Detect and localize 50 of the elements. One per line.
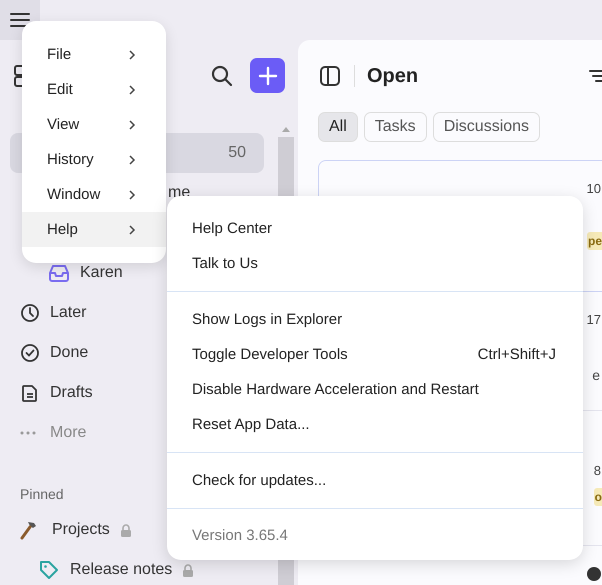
tag-icon	[38, 559, 60, 581]
version-text: Version 3.65.4	[191, 526, 289, 546]
chevron-right-icon	[128, 118, 136, 130]
filter-tab[interactable]: Tasks	[364, 112, 427, 142]
chevron-right-icon	[128, 84, 136, 96]
new-button[interactable]	[250, 58, 285, 93]
chevron-right-icon	[128, 224, 136, 236]
menu-item[interactable]: Toggle Developer Tools Ctrl+Shift+J	[167, 337, 583, 372]
menu-item[interactable]: Help	[22, 212, 166, 247]
menu-item[interactable]: Window	[22, 177, 166, 212]
pinned-item[interactable]: Projects	[10, 510, 138, 550]
menu-item[interactable]: Talk to Us	[167, 246, 583, 281]
menu-item[interactable]: Edit	[22, 72, 166, 107]
more-icon	[20, 431, 36, 435]
pinned-item[interactable]: Release notes	[28, 550, 200, 585]
sidebar-item[interactable]: Done	[10, 333, 94, 373]
sidebar-item[interactable]: Later	[10, 293, 92, 333]
filter-tab[interactable]: Discussions	[432, 112, 540, 142]
search-icon[interactable]	[210, 64, 234, 88]
clock-icon	[20, 303, 40, 323]
row-time: 17	[586, 312, 601, 327]
status-badge: pe	[586, 232, 602, 250]
menu-item[interactable]: Show Logs in Explorer	[167, 302, 583, 337]
section-heading: Pinned	[20, 486, 64, 502]
menu-item[interactable]: Help Center	[167, 211, 583, 246]
check-circle-icon	[20, 343, 40, 363]
menu-icon	[9, 11, 31, 29]
document-icon	[20, 383, 40, 403]
sidebar-item[interactable]: Drafts	[10, 373, 99, 413]
row-time: 10	[586, 181, 601, 196]
plus-icon	[258, 66, 278, 86]
chevron-right-icon	[128, 154, 136, 166]
row-time: 8	[594, 463, 601, 478]
inbox-icon	[48, 263, 70, 283]
menu-item[interactable]: Disable Hardware Acceleration and Restart	[167, 372, 583, 407]
menu-item[interactable]: Reset App Data...	[167, 407, 583, 442]
status-badge: o	[594, 488, 602, 506]
row-text: e	[592, 367, 600, 383]
status-icon	[586, 566, 602, 582]
filter-tab[interactable]: All	[318, 112, 358, 142]
menu-item[interactable]: Check for updates...	[167, 463, 583, 498]
filter-icon[interactable]	[588, 67, 602, 85]
view-title: Open	[367, 64, 418, 88]
chevron-right-icon	[128, 188, 136, 200]
menu-item[interactable]: History	[22, 142, 166, 177]
sidebar-item[interactable]: Karen	[38, 253, 129, 293]
chevron-right-icon	[128, 48, 136, 60]
sidebar-toggle-icon[interactable]	[318, 64, 342, 88]
menu-item[interactable]: View	[22, 107, 166, 142]
menu-item[interactable]: File	[22, 37, 166, 72]
